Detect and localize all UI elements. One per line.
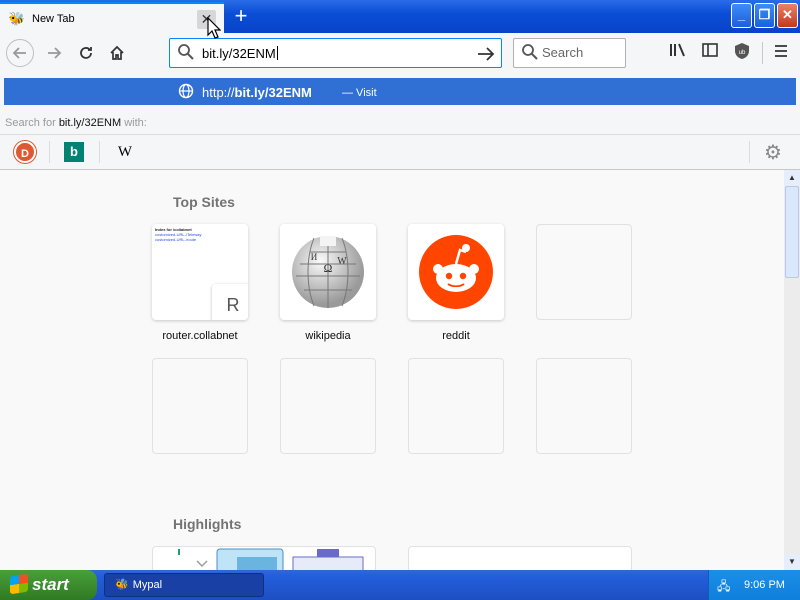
home-button[interactable] bbox=[103, 39, 131, 67]
windows-flag-icon bbox=[10, 573, 28, 595]
engine-divider bbox=[99, 141, 100, 163]
minimize-button[interactable]: _ bbox=[731, 3, 752, 28]
new-tab-page: Top Sites Index for /collabnet customize… bbox=[0, 170, 784, 570]
forward-arrow-icon bbox=[48, 47, 62, 59]
go-arrow-icon[interactable] bbox=[475, 43, 497, 65]
svg-text:И: И bbox=[311, 252, 318, 262]
ublock-shield-icon: ub bbox=[735, 43, 749, 59]
wikipedia-engine-button[interactable]: W bbox=[114, 141, 136, 163]
top-site-placeholder bbox=[536, 358, 632, 454]
tab-new-tab[interactable]: 🐝 New Tab ✕ bbox=[0, 2, 224, 33]
svg-text:ub: ub bbox=[739, 50, 746, 56]
duckduckgo-engine-button[interactable]: D bbox=[14, 141, 36, 163]
mypal-app-icon: 🐝 bbox=[115, 579, 129, 591]
top-site-tile-wikipedia[interactable]: Ω W И bbox=[280, 224, 376, 320]
new-tab-button[interactable]: + bbox=[230, 4, 252, 28]
menu-button[interactable] bbox=[770, 42, 792, 64]
mouse-cursor-icon bbox=[207, 17, 221, 39]
ublock-button[interactable]: ub bbox=[731, 42, 753, 64]
wikipedia-globe-icon: Ω W И bbox=[292, 236, 364, 308]
engine-divider bbox=[749, 141, 750, 163]
reddit-logo-icon bbox=[419, 235, 493, 309]
engine-divider bbox=[49, 141, 50, 163]
top-sites-heading: Top Sites bbox=[173, 194, 235, 210]
highlight-card[interactable] bbox=[152, 546, 376, 570]
urlbar-autocomplete-popup: http://bit.ly/32ENM — Visit Search for b… bbox=[0, 74, 800, 170]
library-icon bbox=[670, 43, 685, 57]
page-scrollbar[interactable]: ▲ ▼ bbox=[784, 170, 800, 570]
windows-taskbar: start 🐝 Mypal 🖧 9:06 PM bbox=[0, 570, 800, 600]
one-off-search-engines: D b W ⚙ bbox=[0, 134, 800, 170]
top-site-placeholder bbox=[536, 224, 632, 320]
mypal-favicon-icon: 🐝 bbox=[8, 10, 26, 26]
start-button[interactable]: start bbox=[0, 570, 97, 600]
top-site-tile-reddit[interactable] bbox=[408, 224, 504, 320]
sidebar-button[interactable] bbox=[699, 42, 721, 64]
navigation-toolbar: bit.ly/32ENM ub bbox=[0, 33, 800, 74]
search-settings-gear-icon[interactable]: ⚙ bbox=[764, 140, 782, 165]
home-icon bbox=[110, 45, 124, 60]
globe-icon bbox=[178, 83, 194, 99]
taskbar-item-mypal[interactable]: 🐝 Mypal bbox=[104, 573, 264, 597]
highlight-thumbnail-image bbox=[178, 548, 364, 570]
back-arrow-icon bbox=[12, 47, 26, 59]
top-site-placeholder bbox=[408, 358, 504, 454]
bing-engine-button[interactable]: b bbox=[64, 142, 84, 162]
top-site-tile-router[interactable]: Index for /collabnet customized-URL-/Tel… bbox=[152, 224, 248, 320]
maximize-button[interactable]: ❐ bbox=[754, 3, 775, 28]
window-controls: _ ❐ ✕ bbox=[731, 3, 798, 28]
back-button[interactable] bbox=[6, 39, 34, 67]
toolbar-divider bbox=[762, 42, 763, 64]
highlights-heading: Highlights bbox=[173, 516, 242, 532]
browser-titlebar: 🐝 New Tab ✕ + _ ❐ ✕ bbox=[0, 0, 800, 33]
close-window-button[interactable]: ✕ bbox=[777, 3, 798, 28]
sidebar-icon bbox=[702, 43, 718, 57]
forward-button[interactable] bbox=[40, 39, 68, 67]
url-input[interactable]: bit.ly/32ENM bbox=[202, 46, 278, 61]
search-icon bbox=[522, 44, 538, 60]
top-site-placeholder bbox=[280, 358, 376, 454]
search-icon bbox=[178, 44, 194, 60]
scroll-up-arrow-icon[interactable]: ▲ bbox=[784, 170, 800, 186]
tab-title: New Tab bbox=[32, 12, 75, 25]
reload-button[interactable] bbox=[72, 39, 100, 67]
autocomplete-visit-row[interactable]: http://bit.ly/32ENM — Visit bbox=[4, 78, 796, 105]
top-site-label[interactable]: reddit bbox=[392, 330, 520, 342]
library-button[interactable] bbox=[667, 42, 689, 64]
svg-text:Ω: Ω bbox=[324, 261, 333, 275]
svg-text:W: W bbox=[337, 256, 347, 267]
scrollbar-thumb[interactable] bbox=[785, 186, 799, 278]
hamburger-menu-icon bbox=[775, 45, 787, 57]
autocomplete-visit-label: — Visit bbox=[342, 87, 377, 99]
desktop: 🐝 New Tab ✕ + _ ❐ ✕ bit.ly/32ENM Search … bbox=[0, 0, 800, 600]
search-box[interactable] bbox=[513, 38, 626, 68]
network-icon[interactable]: 🖧 bbox=[717, 577, 730, 598]
search-for-text: Search for bit.ly/32ENM with: bbox=[5, 117, 147, 129]
top-site-placeholder bbox=[152, 358, 248, 454]
tile-screenshot: Index for /collabnet customized-URL-/Tel… bbox=[155, 227, 202, 242]
autocomplete-url: http://bit.ly/32ENM bbox=[202, 85, 312, 100]
highlight-card[interactable] bbox=[408, 546, 632, 570]
scroll-down-arrow-icon[interactable]: ▼ bbox=[784, 554, 800, 570]
search-input[interactable] bbox=[542, 45, 622, 60]
top-site-label[interactable]: wikipedia bbox=[264, 330, 392, 342]
url-bar[interactable]: bit.ly/32ENM bbox=[169, 38, 502, 68]
top-site-label[interactable]: router.collabnet bbox=[136, 330, 264, 342]
reload-icon bbox=[80, 47, 92, 59]
clock: 9:06 PM bbox=[744, 579, 785, 591]
system-tray: 🖧 9:06 PM bbox=[708, 570, 800, 600]
tile-letter-icon: R bbox=[212, 284, 248, 320]
